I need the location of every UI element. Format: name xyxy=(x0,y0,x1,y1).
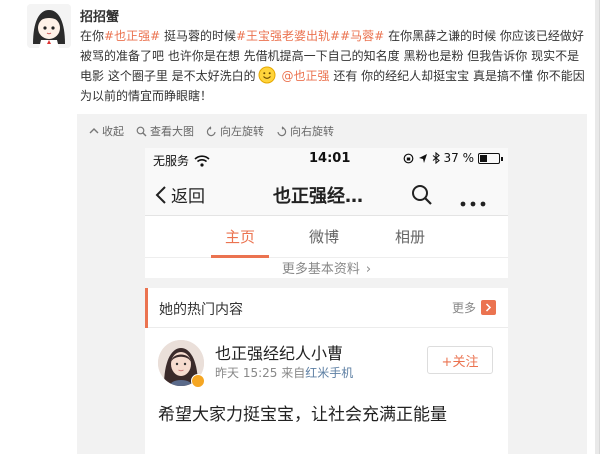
post-text: 在你#也正强# 挺马蓉的时候#王宝强老婆出轨##马蓉# 在你黑薛之谦的时候 你应… xyxy=(80,26,588,106)
hot-content-card: 她的热门内容 更多 也正强经纪人小曹 昨天 15:25 来自红米手机 +关注 希… xyxy=(145,288,508,454)
carrier-label: 无服务 xyxy=(153,154,190,168)
phone-status-bar: 无服务 14:01 37 % xyxy=(145,148,508,172)
post-source[interactable]: 红米手机 xyxy=(305,366,353,380)
battery-icon xyxy=(478,152,503,164)
view-large-button[interactable]: 查看大图 xyxy=(136,123,194,139)
search-icon xyxy=(412,185,432,205)
topic-link-marong[interactable]: #马蓉# xyxy=(340,29,384,43)
more-basic-info-label: 更多基本资料 xyxy=(281,262,360,277)
collapse-button[interactable]: 收起 xyxy=(89,123,124,139)
ellipsis-icon xyxy=(460,201,486,207)
post-text-2: 挺马蓉的时候 xyxy=(163,29,236,43)
rotate-left-icon xyxy=(206,125,216,136)
hot-more-button[interactable]: 更多 xyxy=(452,299,496,316)
tab-weibo[interactable]: 微博 xyxy=(309,226,339,247)
topic-link-wangbaoqiang[interactable]: #王宝强老婆出轨# xyxy=(236,29,340,43)
tab-home[interactable]: 主页 xyxy=(225,226,255,247)
rotate-left-button[interactable]: 向左旋转 xyxy=(206,123,264,139)
header-accent-bar xyxy=(145,288,148,328)
location-icon xyxy=(418,153,427,163)
post-time: 昨天 15:25 xyxy=(215,366,278,380)
back-button[interactable]: 返回 xyxy=(155,182,205,207)
rotate-right-icon xyxy=(277,125,287,136)
verified-badge-icon xyxy=(191,374,205,388)
scrollbar[interactable] xyxy=(595,0,599,454)
chevron-left-icon xyxy=(155,185,166,204)
profile-tabs: 主页 微博 相册 xyxy=(145,216,508,258)
collapse-icon xyxy=(89,128,99,134)
post-source-prefix: 来自 xyxy=(281,366,306,380)
hot-content-header: 她的热门内容 更多 xyxy=(145,288,508,328)
more-menu-button[interactable] xyxy=(460,192,486,211)
section-separator xyxy=(145,278,508,288)
hot-content-title: 她的热门内容 xyxy=(159,302,243,318)
back-label: 返回 xyxy=(171,187,205,207)
more-basic-info-link[interactable]: 更多基本资料 › xyxy=(145,258,508,278)
bluetooth-icon xyxy=(432,152,440,164)
mention-link[interactable]: @也正强 xyxy=(281,69,329,83)
tab-album[interactable]: 相册 xyxy=(395,226,425,247)
hot-post-body[interactable]: 希望大家力挺宝宝，让社会充满正能量 xyxy=(158,400,447,425)
hot-more-label: 更多 xyxy=(451,301,476,315)
follow-button[interactable]: +关注 xyxy=(427,346,493,374)
expanded-image-panel: 收起 查看大图 向左旋转 向右旋转 无服务 14:01 37 % 返回 也正强经… xyxy=(77,114,587,454)
status-time: 14:01 xyxy=(309,151,351,166)
profile-title: 也正强经… xyxy=(273,186,363,207)
author-name[interactable]: 招招蟹 xyxy=(80,6,119,25)
post-text-1: 在你 xyxy=(80,29,105,43)
rotate-right-label: 向右旋转 xyxy=(290,125,334,138)
weibo-post: 招招蟹 在你#也正强# 挺马蓉的时候#王宝强老婆出轨##马蓉# 在你黑薛之谦的时… xyxy=(0,0,600,454)
view-large-label: 查看大图 xyxy=(150,125,194,138)
wifi-icon xyxy=(194,154,210,167)
poster-name[interactable]: 也正强经纪人小曹 xyxy=(215,340,343,364)
author-avatar[interactable] xyxy=(27,4,71,48)
rotate-left-label: 向左旋转 xyxy=(220,125,264,138)
image-toolbar: 收起 查看大图 向左旋转 向右旋转 xyxy=(77,114,587,148)
phone-screenshot[interactable]: 无服务 14:01 37 % 返回 也正强经… 主页 微博 相册 更多基本资料 … xyxy=(145,148,508,454)
chevron-right-box-icon xyxy=(481,300,496,315)
search-button[interactable] xyxy=(411,184,433,210)
rotate-right-button[interactable]: 向右旋转 xyxy=(276,123,334,139)
lock-rotation-icon xyxy=(403,153,413,163)
poster-meta: 昨天 15:25 来自红米手机 xyxy=(215,364,353,381)
battery-percent: 37 % xyxy=(443,151,475,165)
chevron-right-icon: › xyxy=(365,262,372,277)
smile-emoji-icon xyxy=(258,66,276,84)
collapse-label: 收起 xyxy=(102,125,124,138)
author-avatar-image xyxy=(27,4,71,48)
profile-navbar: 返回 也正强经… xyxy=(145,172,508,216)
battery-fill xyxy=(480,154,487,162)
magnifier-icon xyxy=(136,126,147,136)
topic-link-yezhengqiang[interactable]: #也正强# xyxy=(104,29,160,43)
